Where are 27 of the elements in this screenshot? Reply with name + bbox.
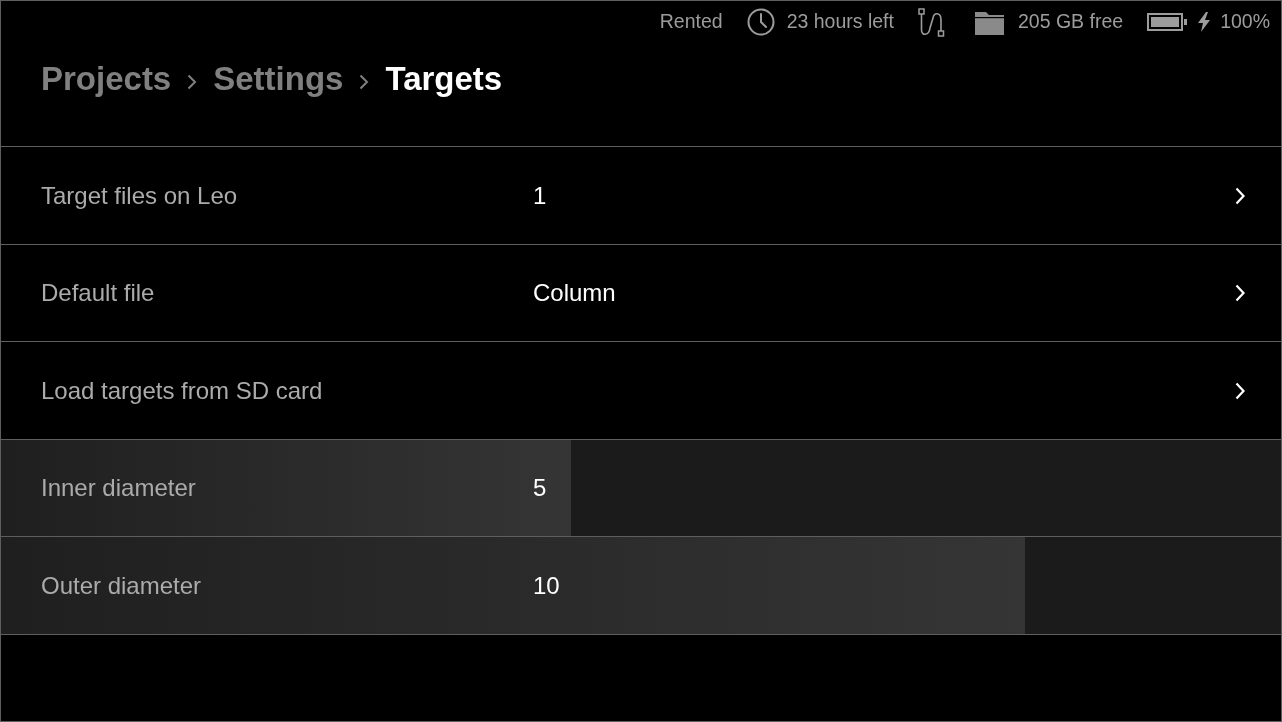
cable-icon [917, 7, 945, 37]
setting-value: Column [533, 278, 616, 308]
setting-label: Default file [40, 278, 156, 308]
chevron-right-icon[interactable] [1235, 381, 1246, 400]
slider-track[interactable]: Inner diameter 5 [1, 440, 1281, 537]
setting-label: Outer diameter [40, 570, 203, 601]
setting-value: 1 [533, 180, 547, 211]
chevron-right-icon[interactable] [1235, 284, 1246, 302]
setting-label: Inner diameter [40, 473, 197, 503]
time-left-text: 23 hours left [786, 9, 894, 35]
folder-icon [974, 9, 1004, 35]
breadcrumb-separator-icon [187, 74, 198, 90]
breadcrumb-link[interactable]: Projects [41, 59, 172, 99]
clock-icon [746, 8, 775, 36]
slider-track[interactable]: Outer diameter 10 [1, 537, 1281, 635]
battery-icon [1147, 13, 1188, 31]
chevron-right-icon[interactable] [1235, 186, 1246, 205]
setting-label: Target files on Leo [40, 180, 239, 211]
breadcrumb-link[interactable]: Targets [385, 59, 503, 99]
breadcrumb-separator-icon [359, 74, 370, 90]
setting-label: Load targets from SD card [40, 375, 324, 406]
setting-value: 10 [533, 570, 560, 601]
setting-value: 5 [533, 473, 547, 503]
storage-text: 205 GB free [1017, 9, 1124, 35]
license-status: Rented [659, 9, 723, 35]
breadcrumb-link[interactable]: Settings [213, 59, 344, 99]
battery-percent: 100% [1220, 9, 1270, 35]
